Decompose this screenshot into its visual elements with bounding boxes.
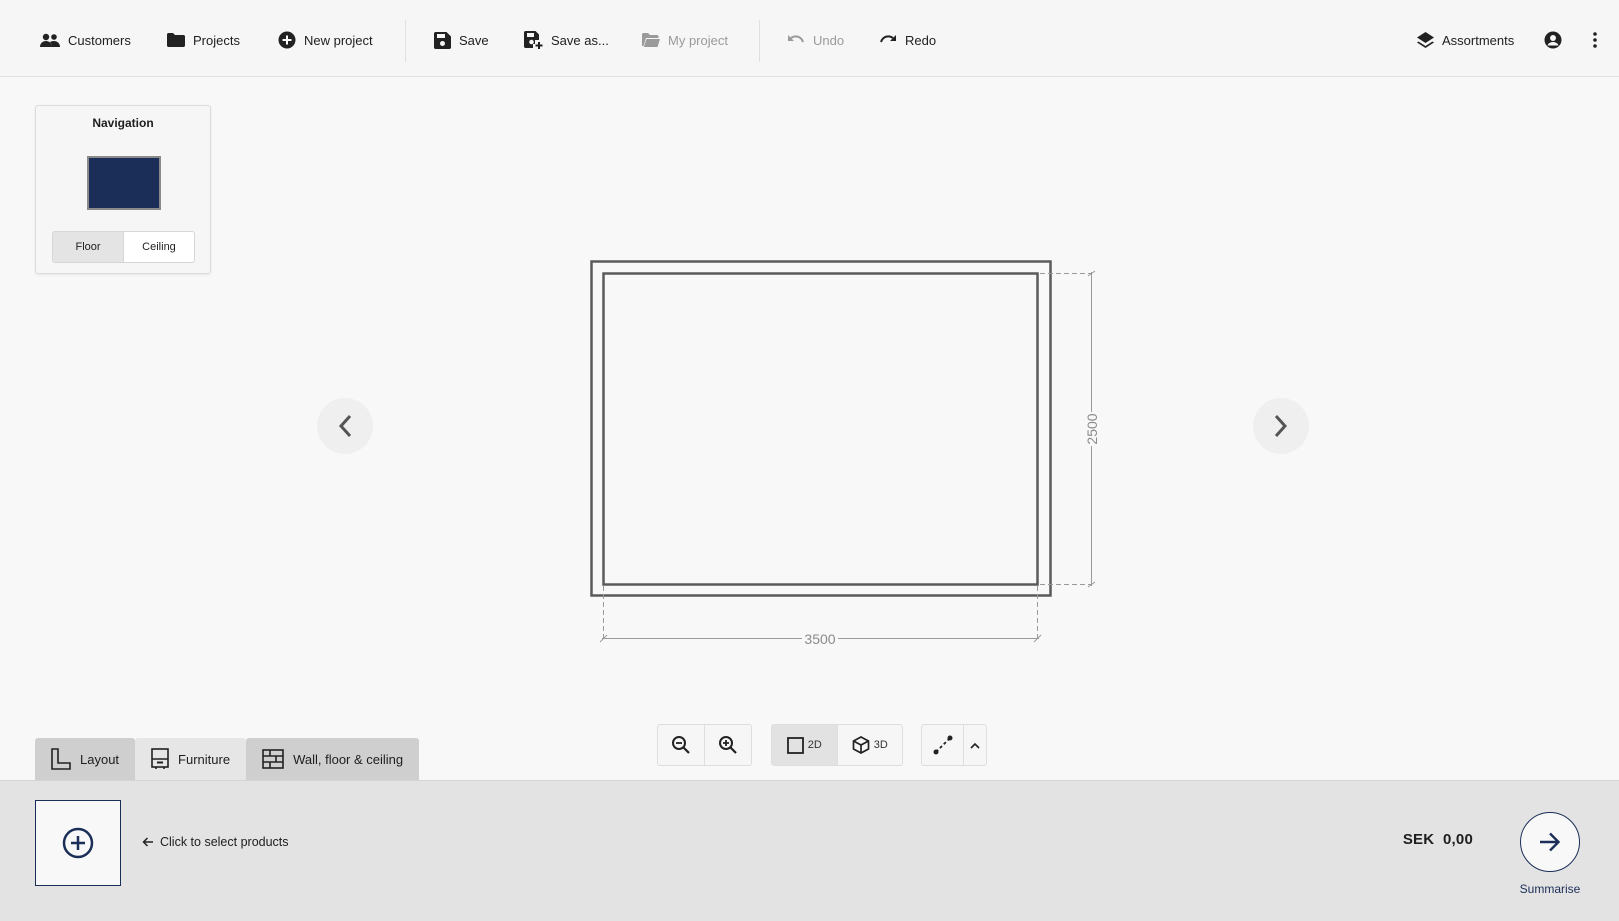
- floor-plan-canvas[interactable]: 2500 3500: [0, 0, 1619, 700]
- zoom-out-button[interactable]: [658, 725, 704, 765]
- arrow-right-icon: [1540, 832, 1561, 852]
- measure-controls: [921, 724, 987, 766]
- tab-furniture-label: Furniture: [178, 751, 231, 767]
- measure-options-button[interactable]: [963, 725, 986, 765]
- zoom-controls: [657, 724, 752, 766]
- view-2d-label: 2D: [807, 739, 822, 751]
- tab-wall-floor-ceiling[interactable]: Wall, floor & ceiling: [246, 738, 420, 780]
- room-inner-wall[interactable]: [602, 272, 1039, 586]
- cube-icon: [852, 736, 870, 754]
- width-dimension-label: 3500: [804, 631, 835, 647]
- tab-layout-label: Layout: [80, 751, 120, 767]
- add-product-button[interactable]: [35, 800, 121, 886]
- tab-wall-floor-ceiling-label: Wall, floor & ceiling: [293, 751, 404, 767]
- tab-furniture[interactable]: Furniture: [135, 738, 247, 780]
- select-products-hint: Click to select products: [142, 835, 289, 849]
- select-products-label: Click to select products: [160, 835, 289, 849]
- furniture-icon: [151, 748, 169, 769]
- arrow-left-icon: [142, 837, 153, 847]
- zoom-out-icon: [672, 736, 690, 754]
- zoom-in-button[interactable]: [704, 725, 751, 765]
- summarise-label: Summarise: [1519, 882, 1581, 896]
- wall-icon: [262, 749, 284, 769]
- total-price: SEK 0,00: [1402, 831, 1473, 848]
- summarise-button[interactable]: [1520, 812, 1580, 872]
- product-bar: Click to select products SEK 0,00 Summar…: [0, 780, 1619, 921]
- view-3d-button[interactable]: 3D: [836, 725, 903, 765]
- measure-tool-button[interactable]: [922, 725, 963, 765]
- height-dimension-label: 2500: [1084, 413, 1100, 444]
- view-2d-button[interactable]: 2D: [772, 725, 837, 765]
- chevron-up-icon: [970, 742, 980, 749]
- square-icon: [786, 736, 804, 754]
- room-outer-wall[interactable]: [590, 260, 1052, 597]
- category-tabs: Layout Furniture Wall, floor & ceiling: [35, 738, 420, 780]
- measure-line-icon: [933, 735, 953, 755]
- tab-layout[interactable]: Layout: [35, 738, 136, 780]
- view-3d-label: 3D: [873, 739, 888, 751]
- add-circle-outline-icon: [62, 827, 94, 859]
- zoom-in-icon: [719, 736, 737, 754]
- layout-icon: [51, 748, 71, 770]
- view-mode-toggle: 2D 3D: [771, 724, 903, 766]
